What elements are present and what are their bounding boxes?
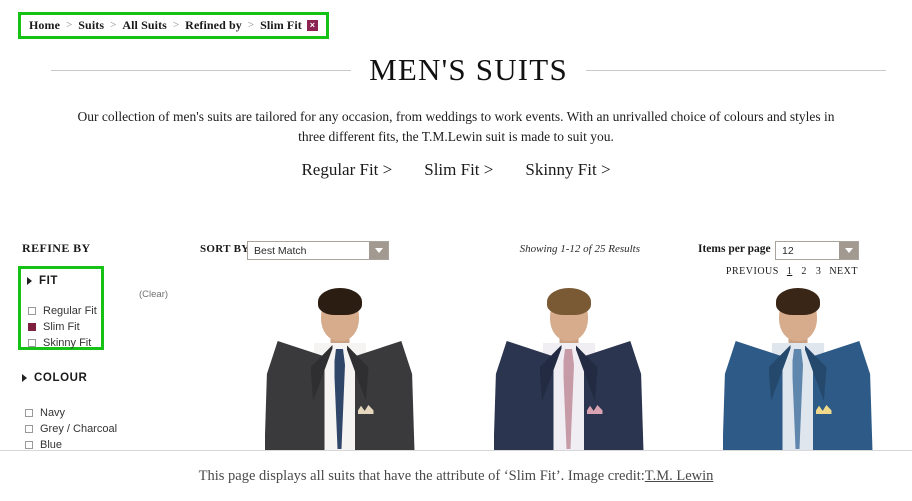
facet-option-slim-fit[interactable]: Slim Fit xyxy=(28,319,97,335)
breadcrumb-separator: > xyxy=(172,19,180,31)
product-card[interactable] xyxy=(225,283,454,450)
facet-option-skinny-fit[interactable]: Skinny Fit xyxy=(28,335,97,351)
checkbox-icon[interactable] xyxy=(28,307,36,315)
page-title-row: MEN'S SUITS xyxy=(0,50,912,90)
facet-option-label: Grey / Charcoal xyxy=(40,423,118,435)
product-card[interactable] xyxy=(683,283,912,450)
facet-option-blue[interactable]: Blue xyxy=(25,437,117,451)
pagination-next[interactable]: NEXT xyxy=(829,266,858,277)
page-title: MEN'S SUITS xyxy=(369,52,568,87)
sort-by-select[interactable]: Best Match xyxy=(247,241,389,260)
facet-group-fit: FIT Regular Fit Slim Fit Skinny Fit xyxy=(18,266,104,350)
suit-jacket-left xyxy=(493,341,554,450)
facet-header-fit[interactable]: FIT xyxy=(27,275,58,287)
breadcrumb-separator: > xyxy=(247,19,255,31)
fit-link-skinny[interactable]: Skinny Fit > xyxy=(525,160,610,180)
items-per-page-label: Items per page xyxy=(698,243,771,255)
facet-options-colour: Navy Grey / Charcoal Blue xyxy=(25,405,117,451)
facet-option-label: Navy xyxy=(40,407,66,419)
facet-option-label: Blue xyxy=(40,439,63,451)
browser-capture-region: Home > Suits > All Suits > Refined by > … xyxy=(0,0,912,451)
caption-text: This page displays all suits that have t… xyxy=(198,468,645,484)
sort-by-label: SORT BY xyxy=(200,243,250,255)
checkbox-icon[interactable] xyxy=(28,339,36,347)
facet-option-regular-fit[interactable]: Regular Fit xyxy=(28,303,97,319)
fit-link-regular[interactable]: Regular Fit > xyxy=(301,160,392,180)
facet-option-label: Slim Fit xyxy=(43,321,80,333)
suit-jacket-right xyxy=(583,341,644,450)
remove-filter-icon[interactable]: × xyxy=(306,19,318,31)
pagination: PREVIOUS 1 2 3 NEXT xyxy=(726,266,858,277)
facet-title-colour: COLOUR xyxy=(34,372,88,384)
chevron-down-icon[interactable] xyxy=(369,242,388,259)
model-hair xyxy=(546,288,591,315)
product-image xyxy=(493,283,644,450)
suit-jacket-right xyxy=(354,341,415,450)
product-card[interactable]: ITALIAN WOOL xyxy=(454,283,683,450)
breadcrumb-separator: > xyxy=(110,19,117,31)
results-count-text: Showing 1-12 of 25 Results xyxy=(519,243,640,255)
breadcrumb: Home > Suits > All Suits > Refined by > … xyxy=(18,12,329,39)
pagination-previous[interactable]: PREVIOUS xyxy=(726,266,779,277)
items-per-page-value: 12 xyxy=(782,244,794,257)
model-hair xyxy=(317,288,362,315)
suit-jacket-left xyxy=(264,341,325,450)
chevron-down-icon[interactable] xyxy=(839,242,858,259)
breadcrumb-item-home[interactable]: Home xyxy=(29,18,60,33)
breadcrumb-item-refined-by: Refined by xyxy=(185,17,242,32)
model-hair xyxy=(775,288,820,315)
facet-option-label: Skinny Fit xyxy=(43,337,92,349)
caption-credit-link[interactable]: T.M. Lewin xyxy=(645,468,714,485)
refine-by-heading: REFINE BY xyxy=(22,241,91,255)
items-per-page-select[interactable]: 12 xyxy=(775,241,859,260)
pagination-page-1[interactable]: 1 xyxy=(786,266,794,277)
facet-option-grey-charcoal[interactable]: Grey / Charcoal xyxy=(25,421,117,437)
breadcrumb-item-slim-fit[interactable]: Slim Fit xyxy=(260,18,302,33)
pagination-page-3[interactable]: 3 xyxy=(815,266,823,277)
chevron-right-icon xyxy=(22,374,27,382)
facet-title-fit: FIT xyxy=(39,275,59,287)
title-rule-left xyxy=(51,69,352,71)
checkbox-checked-icon[interactable] xyxy=(28,323,36,331)
facet-option-navy[interactable]: Navy xyxy=(25,405,117,421)
product-image xyxy=(264,283,415,450)
sort-by-value: Best Match xyxy=(254,244,307,257)
checkbox-icon[interactable] xyxy=(25,409,33,417)
product-image xyxy=(722,283,873,450)
fit-links-row: Regular Fit > Slim Fit > Skinny Fit > xyxy=(0,160,912,180)
breadcrumb-item-all-suits[interactable]: All Suits xyxy=(122,18,167,33)
checkbox-icon[interactable] xyxy=(25,425,33,433)
product-grid: ITALIAN WOOL xyxy=(225,283,912,450)
facet-header-colour[interactable]: COLOUR xyxy=(22,372,87,384)
title-rule-right xyxy=(585,69,886,71)
checkbox-icon[interactable] xyxy=(25,441,33,449)
breadcrumb-item-suits[interactable]: Suits xyxy=(78,18,104,33)
facet-option-label: Regular Fit xyxy=(43,305,97,317)
facet-options-fit: Regular Fit Slim Fit Skinny Fit xyxy=(28,303,97,351)
suit-jacket-right xyxy=(812,341,873,450)
clear-filters-link[interactable]: (Clear) xyxy=(139,289,168,300)
chevron-right-icon xyxy=(27,277,32,285)
figure-caption: This page displays all suits that have t… xyxy=(0,452,912,501)
breadcrumb-separator: > xyxy=(66,19,73,31)
pagination-page-2[interactable]: 2 xyxy=(800,266,808,277)
page-intro-text: Our collection of men's suits are tailor… xyxy=(77,108,835,144)
suit-jacket-left xyxy=(722,341,783,450)
fit-link-slim[interactable]: Slim Fit > xyxy=(424,160,493,180)
